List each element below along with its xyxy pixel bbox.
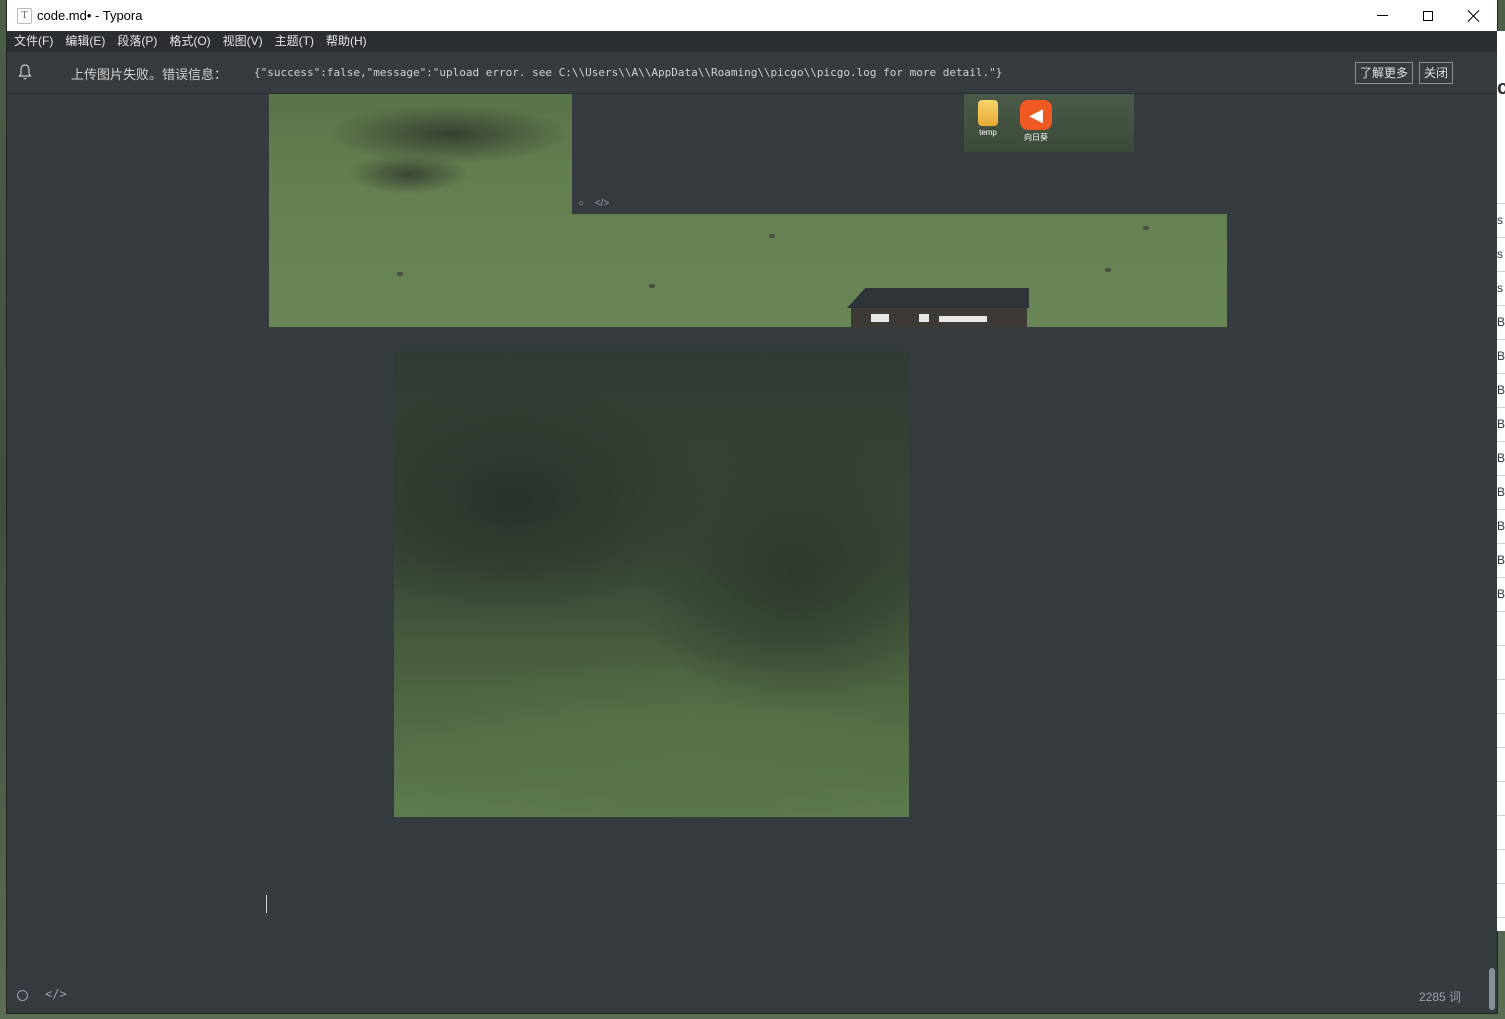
divider bbox=[1497, 509, 1505, 510]
divider bbox=[1497, 747, 1505, 748]
background-window-sliver: c s s s B B B B B B B B B bbox=[1497, 31, 1505, 931]
sliver-text: c bbox=[1497, 77, 1505, 99]
menu-file[interactable]: 文件(F) bbox=[8, 31, 59, 52]
sliver-text: s bbox=[1497, 247, 1503, 261]
divider bbox=[1497, 781, 1505, 782]
minimize-button[interactable] bbox=[1359, 0, 1405, 31]
divider bbox=[1497, 543, 1505, 544]
cabin-window bbox=[939, 316, 987, 322]
title-bar: T code.md• - Typora bbox=[7, 0, 1497, 31]
status-bar: </> 2285 词 bbox=[7, 986, 1497, 1013]
divider bbox=[1497, 271, 1505, 272]
divider bbox=[1497, 577, 1505, 578]
divider bbox=[1497, 679, 1505, 680]
stone bbox=[1143, 226, 1149, 230]
close-window-button[interactable] bbox=[1451, 0, 1497, 31]
menu-paragraph[interactable]: 段落(P) bbox=[111, 31, 163, 52]
menu-format[interactable]: 格式(O) bbox=[163, 31, 216, 52]
embedded-footer: ○ </> bbox=[578, 198, 617, 209]
divider bbox=[1497, 237, 1505, 238]
stone bbox=[397, 272, 403, 276]
sliver-text: B bbox=[1497, 417, 1505, 431]
embedded-screenshot[interactable]: temp ◀ 向日葵 ○ </> bbox=[572, 94, 1227, 214]
sliver-text: B bbox=[1497, 349, 1505, 363]
menu-bar: 文件(F) 编辑(E) 段落(P) 格式(O) 视图(V) 主题(T) 帮助(H… bbox=[7, 31, 1497, 52]
mini-desktop: temp ◀ 向日葵 bbox=[964, 94, 1134, 152]
divider bbox=[1497, 713, 1505, 714]
desktop-icon-label: temp bbox=[979, 128, 997, 137]
close-icon bbox=[1468, 10, 1480, 22]
menu-themes[interactable]: 主题(T) bbox=[269, 31, 320, 52]
divider bbox=[1497, 883, 1505, 884]
sliver-text: s bbox=[1497, 281, 1503, 295]
scrollbar-thumb[interactable] bbox=[1489, 968, 1495, 1010]
sliver-text: B bbox=[1497, 553, 1505, 567]
editor-area[interactable]: temp ◀ 向日葵 ○ </> bbox=[7, 94, 1497, 1013]
code-icon: </> bbox=[594, 198, 610, 209]
cliff-image[interactable] bbox=[394, 351, 909, 817]
typora-window: T code.md• - Typora 文件(F) 编辑(E) 段落(P) 格式… bbox=[7, 0, 1497, 1013]
notification-bar: 上传图片失败。错误信息： {"success":false,"message":… bbox=[7, 52, 1497, 94]
window-title: code.md• - Typora bbox=[37, 8, 143, 23]
sliver-text: B bbox=[1497, 485, 1505, 499]
sunflower-app-icon: ◀ bbox=[1020, 100, 1052, 130]
sliver-text: B bbox=[1497, 451, 1505, 465]
cabin-roof bbox=[847, 288, 1029, 308]
divider bbox=[1497, 475, 1505, 476]
divider bbox=[1497, 373, 1505, 374]
desktop-icon-label: 向日葵 bbox=[1024, 133, 1048, 142]
word-count[interactable]: 2285 词 bbox=[1419, 988, 1461, 1005]
maximize-icon bbox=[1423, 10, 1433, 21]
menu-edit[interactable]: 编辑(E) bbox=[59, 31, 111, 52]
cabin-window bbox=[871, 314, 889, 322]
bell-icon bbox=[18, 64, 32, 80]
divider bbox=[1497, 849, 1505, 850]
stone bbox=[1105, 268, 1111, 272]
outline-toggle-icon[interactable] bbox=[17, 990, 28, 1001]
error-detail: {"success":false,"message":"upload error… bbox=[254, 66, 1003, 79]
cabin-window bbox=[919, 314, 929, 322]
desktop-icon-temp: temp bbox=[968, 100, 1008, 137]
desktop-icon-sunflower: ◀ 向日葵 bbox=[1016, 100, 1056, 143]
text-caret bbox=[266, 895, 267, 913]
close-notification-button[interactable]: 关闭 bbox=[1419, 62, 1454, 84]
minimize-icon bbox=[1376, 15, 1388, 16]
sliver-text: B bbox=[1497, 315, 1505, 329]
divider bbox=[1497, 917, 1505, 918]
divider bbox=[1497, 339, 1505, 340]
stone bbox=[649, 284, 655, 288]
divider bbox=[1497, 407, 1505, 408]
divider bbox=[1497, 815, 1505, 816]
sliver-text: B bbox=[1497, 587, 1505, 601]
sliver-text: s bbox=[1497, 213, 1503, 227]
menu-help[interactable]: 帮助(H) bbox=[320, 31, 373, 52]
menu-view[interactable]: 视图(V) bbox=[217, 31, 269, 52]
folder-icon bbox=[978, 100, 998, 126]
stone bbox=[769, 234, 775, 238]
divider bbox=[1497, 441, 1505, 442]
sliver-text: B bbox=[1497, 383, 1505, 397]
typora-app-icon: T bbox=[17, 8, 32, 24]
circle-icon: ○ bbox=[578, 198, 585, 209]
sliver-text: B bbox=[1497, 519, 1505, 533]
divider bbox=[1497, 645, 1505, 646]
maximize-button[interactable] bbox=[1405, 0, 1451, 31]
divider bbox=[1497, 305, 1505, 306]
error-message: 上传图片失败。错误信息： bbox=[71, 67, 228, 82]
divider bbox=[1497, 611, 1505, 612]
cabin bbox=[847, 288, 1029, 327]
learn-more-button[interactable]: 了解更多 bbox=[1355, 62, 1414, 84]
source-mode-icon[interactable]: </> bbox=[45, 987, 67, 1001]
divider bbox=[1497, 203, 1505, 204]
